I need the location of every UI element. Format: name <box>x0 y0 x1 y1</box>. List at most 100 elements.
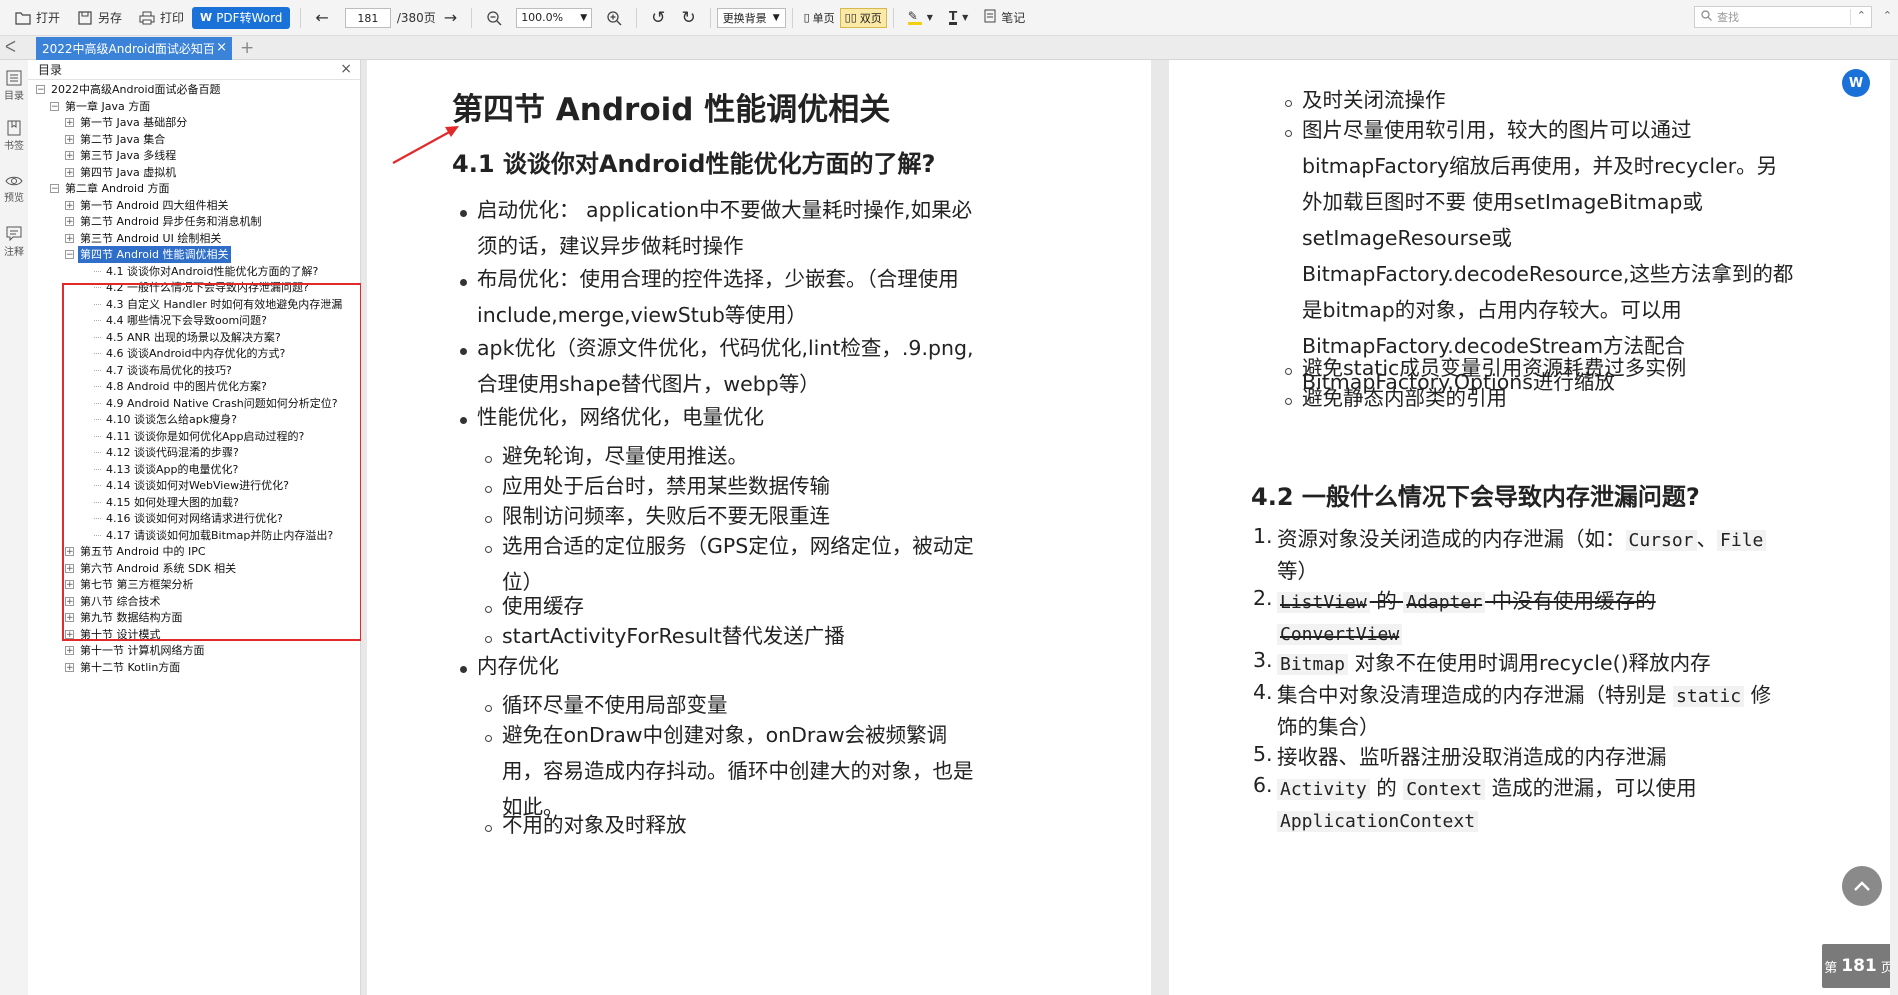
close-icon[interactable]: × <box>216 40 227 55</box>
toolbar-divider <box>892 7 894 28</box>
outline-item[interactable]: + 第三节 Java 多线程 <box>65 147 178 164</box>
toolbar-divider <box>636 7 638 28</box>
list-item-text: 饰的集合） <box>1277 715 1380 739</box>
list-item: 资源对象没关闭造成的内存泄漏（如： Cursor、 File 等） <box>1277 524 1877 587</box>
save-as-button[interactable]: 另存 <box>68 5 130 31</box>
outline-item[interactable]: + 第二节 Android 异步任务和消息机制 <box>65 213 264 230</box>
document-tab[interactable]: 2022中高级Android面试必知百 × <box>36 37 232 60</box>
expand-icon[interactable]: + <box>65 134 74 144</box>
vertical-scrollbar[interactable] <box>1890 60 1898 995</box>
print-button[interactable]: 打印 <box>130 5 192 31</box>
collapse-icon[interactable]: − <box>36 85 45 95</box>
search-box[interactable]: 查找 ⌃ <box>1694 6 1872 28</box>
outline-title: 目录 <box>38 63 63 77</box>
toolbar-divider <box>471 7 473 28</box>
bullet-dot <box>460 210 467 217</box>
text-line: 须的话，建议异步做耗时操作 <box>477 234 744 258</box>
page-right: 及时关闭流操作 图片尽量使用软引用，较大的图片可以通过 bitmapFactor… <box>1169 60 1898 995</box>
sub-bullet-circle <box>485 735 492 742</box>
folder-icon <box>14 9 31 26</box>
inline-code: ApplicationContext <box>1277 811 1479 832</box>
text-line: BitmapFactory.decodeResource,这些方法拿到的都 <box>1302 262 1794 286</box>
next-page-arrow-icon[interactable]: → <box>436 5 465 31</box>
outline-item-label: 第四节 Android 性能调优相关 <box>78 246 231 263</box>
list-item-text: 中没有使用缓存的 <box>1485 589 1656 613</box>
expand-icon[interactable]: + <box>65 118 74 128</box>
outline-item[interactable]: − 第一章 Java 方面 <box>50 98 152 115</box>
outline-item[interactable]: + 第一节 Java 基础部分 <box>65 114 189 131</box>
rotate-right-icon[interactable]: ↻ <box>673 5 703 31</box>
chevron-up-icon <box>1854 881 1870 891</box>
zoom-select[interactable]: 100.0% ▼ <box>516 7 593 28</box>
list-item-text: 对象不在使用时调用recycle()释放内存 <box>1348 651 1711 675</box>
question-title: 4.1 谈谈你对Android性能优化方面的了解? <box>452 150 936 178</box>
outline-item[interactable]: −2022中高级Android面试必备百题 <box>36 81 223 98</box>
double-page-icon: ▯▯ <box>844 11 857 24</box>
rail-item-outline[interactable]: 目录 <box>0 70 28 102</box>
inline-code: ListView <box>1277 592 1370 613</box>
bullet-dot <box>460 348 467 355</box>
main-toolbar: 打开 另存 打印 W PDF转Word ← 181 /380页 → 100.0%… <box>0 0 1898 36</box>
text-color-button[interactable]: T ▼ <box>941 5 976 31</box>
word-convert-fab[interactable]: W <box>1842 69 1870 97</box>
expand-icon[interactable]: + <box>65 646 74 656</box>
collapse-icon[interactable]: − <box>65 250 74 260</box>
outline-item-label: 第十一节 计算机网络方面 <box>80 644 205 657</box>
outline-item[interactable]: 4.1 谈谈你对Android性能优化方面的了解? <box>94 263 320 280</box>
outline-item[interactable]: + 第一节 Android 四大组件相关 <box>65 197 231 214</box>
prev-page-arrow-icon[interactable]: ← <box>307 5 336 31</box>
collapse-toolbar-icon[interactable]: ⌃ <box>1883 9 1892 22</box>
rail-item-annotation[interactable]: 注释 <box>0 226 28 258</box>
list-item-text: 等） <box>1277 559 1318 583</box>
inline-code: Cursor <box>1625 530 1697 551</box>
chevron-down-icon: ▼ <box>926 13 933 22</box>
inline-code: ConvertView <box>1277 624 1403 645</box>
text-line: include,merge,viewStub等使用） <box>477 303 807 327</box>
rotate-left-icon[interactable]: ↺ <box>643 5 673 31</box>
add-tab-icon[interactable]: + <box>240 38 254 58</box>
rail-item-bookmark[interactable]: 书签 <box>0 120 28 152</box>
rail-item-preview[interactable]: 预览 <box>0 174 28 204</box>
single-page-button[interactable]: ▯ 单页 <box>799 8 840 28</box>
highlighter-button[interactable]: ✎ ▼ <box>900 5 941 31</box>
list-number: 6. <box>1253 773 1273 797</box>
zoom-out-icon[interactable] <box>478 5 510 31</box>
open-button[interactable]: 打开 <box>6 5 68 31</box>
search-input[interactable]: 查找 <box>1717 9 1739 25</box>
outline-header: 目录 × <box>28 60 360 80</box>
outline-item-label: 第二章 Android 方面 <box>65 182 170 195</box>
collapse-icon[interactable]: − <box>50 101 59 111</box>
outline-item[interactable]: + 第十二节 Kotlin方面 <box>65 659 182 676</box>
expand-icon[interactable]: + <box>65 151 74 161</box>
inline-code: Adapter <box>1403 592 1486 613</box>
expand-icon[interactable]: + <box>65 217 74 227</box>
expand-icon[interactable]: + <box>65 662 74 672</box>
outline-item[interactable]: + 第四节 Java 虚拟机 <box>65 164 178 181</box>
outline-item[interactable]: + 第十一节 计算机网络方面 <box>65 642 207 659</box>
scroll-top-button[interactable] <box>1842 866 1882 906</box>
outline-item[interactable]: − 第二章 Android 方面 <box>50 180 172 197</box>
rail-item-label: 预览 <box>4 193 24 204</box>
outline-item[interactable]: + 第三节 Android UI 绘制相关 <box>65 230 223 247</box>
tab-bar: ᐸ 2022中高级Android面试必知百 × + <box>0 36 1898 60</box>
text-line: 外加载巨图时不要 使用setImageBitmap或 <box>1302 190 1703 214</box>
print-label: 打印 <box>160 11 185 25</box>
sidebar-toggle-icon[interactable]: ᐸ <box>5 38 16 56</box>
collapse-icon[interactable]: − <box>50 184 59 194</box>
pdf-to-word-button[interactable]: W PDF转Word <box>192 6 291 29</box>
note-button[interactable]: 笔记 <box>976 5 1033 31</box>
expand-icon[interactable]: + <box>65 200 74 210</box>
inline-code: Bitmap <box>1277 654 1349 675</box>
page-number-input[interactable]: 181 <box>344 7 391 28</box>
double-page-button[interactable]: ▯▯ 双页 <box>839 7 887 28</box>
zoom-in-icon[interactable] <box>598 5 630 31</box>
close-icon[interactable]: × <box>340 61 352 77</box>
outline-item[interactable]: + 第二节 Java 集合 <box>65 131 167 148</box>
chevron-up-icon[interactable]: ⌃ <box>1857 9 1866 22</box>
outline-item-label: 第三节 Java 多线程 <box>80 149 177 162</box>
change-background-select[interactable]: 更换背景 ▼ <box>716 7 786 28</box>
outline-item-selected[interactable]: − 第四节 Android 性能调优相关 <box>65 246 231 263</box>
expand-icon[interactable]: + <box>65 167 74 177</box>
tree-connector <box>94 270 101 272</box>
expand-icon[interactable]: + <box>65 233 74 243</box>
